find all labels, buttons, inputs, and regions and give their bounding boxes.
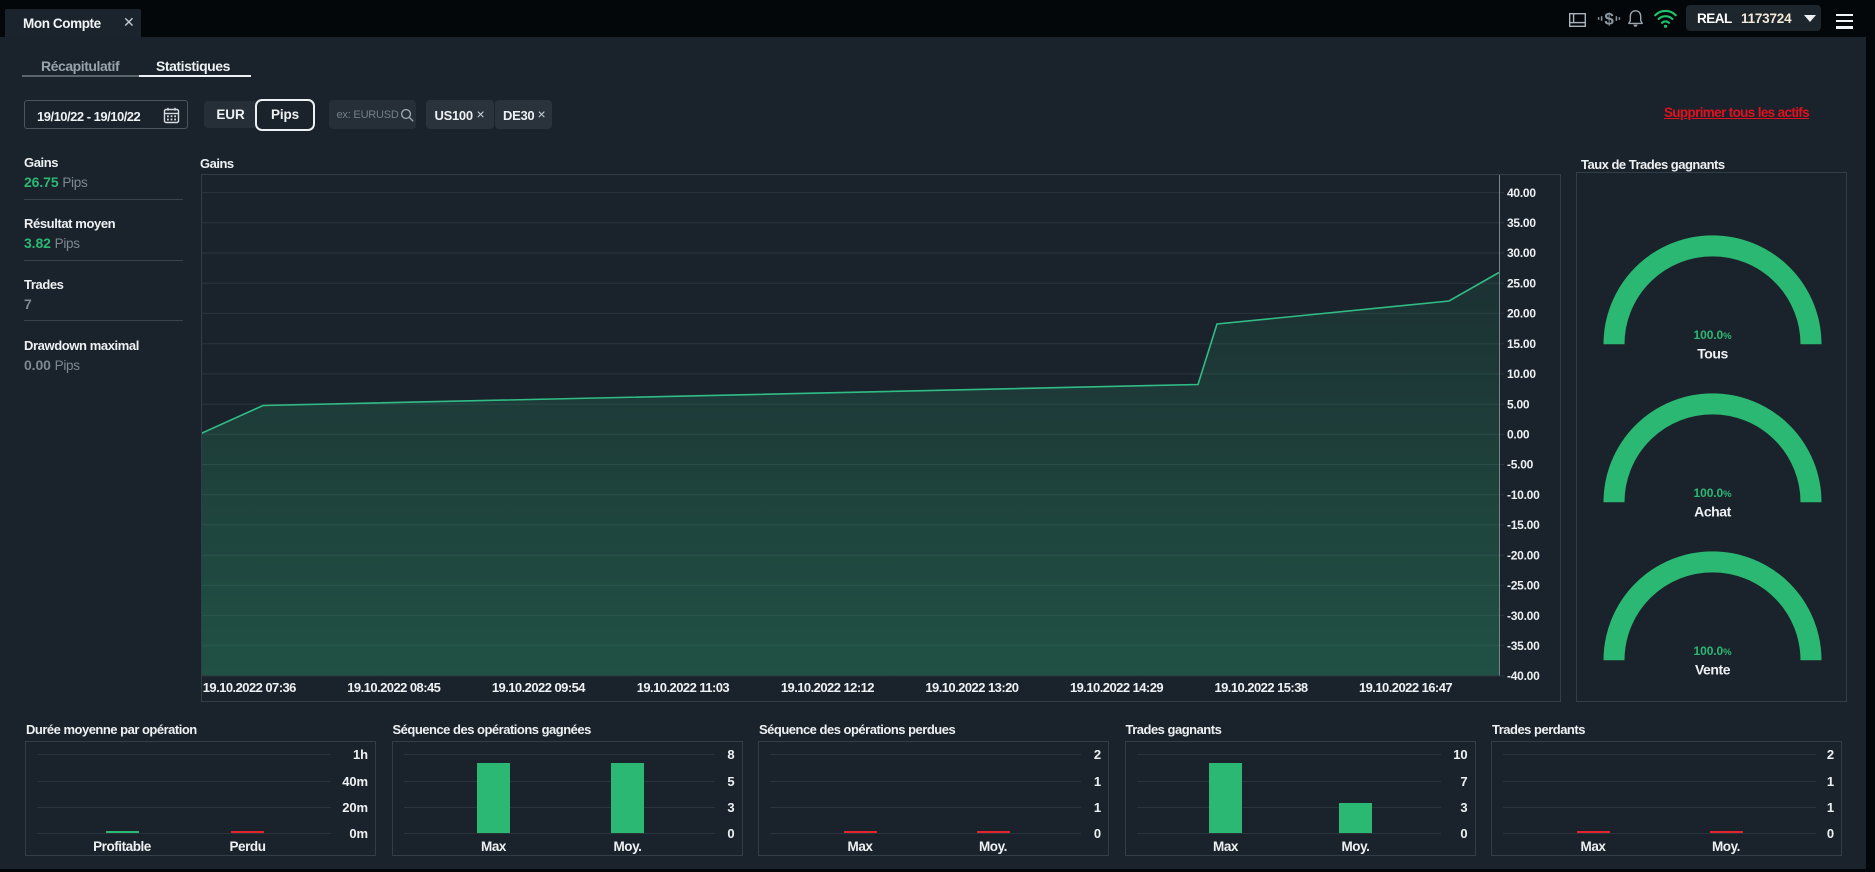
svg-text:19.10.2022 11:03: 19.10.2022 11:03 xyxy=(637,680,730,695)
svg-text:19.10.2022 15:38: 19.10.2022 15:38 xyxy=(1214,680,1307,695)
svg-text:-40.00: -40.00 xyxy=(1507,669,1540,683)
svg-text:100.0%: 100.0% xyxy=(1694,486,1733,500)
svg-text:5.00: 5.00 xyxy=(1507,397,1530,411)
svg-text:Tous: Tous xyxy=(1697,346,1728,362)
svg-text:19.10.2022 08:45: 19.10.2022 08:45 xyxy=(347,680,440,695)
svg-text:40.00: 40.00 xyxy=(1507,186,1536,200)
svg-text:-10.00: -10.00 xyxy=(1507,488,1540,502)
svg-text:-20.00: -20.00 xyxy=(1507,548,1540,562)
svg-text:-5.00: -5.00 xyxy=(1507,458,1534,472)
svg-text:35.00: 35.00 xyxy=(1507,216,1536,230)
svg-text:20.00: 20.00 xyxy=(1507,307,1536,321)
svg-text:-35.00: -35.00 xyxy=(1507,639,1540,653)
svg-text:Achat: Achat xyxy=(1694,504,1731,520)
svg-text:$: $ xyxy=(1604,10,1614,29)
svg-text:25.00: 25.00 xyxy=(1507,276,1536,290)
svg-text:30.00: 30.00 xyxy=(1507,246,1536,260)
svg-text:19.10.2022 12:12: 19.10.2022 12:12 xyxy=(781,680,874,695)
svg-text:19.10.2022 14:29: 19.10.2022 14:29 xyxy=(1070,680,1163,695)
svg-text:15.00: 15.00 xyxy=(1507,337,1536,351)
svg-text:19.10.2022 09:54: 19.10.2022 09:54 xyxy=(492,680,586,695)
svg-text:10.00: 10.00 xyxy=(1507,367,1536,381)
svg-text:100.0%: 100.0% xyxy=(1694,644,1733,658)
svg-text:19.10.2022 13:20: 19.10.2022 13:20 xyxy=(925,680,1018,695)
svg-text:Vente: Vente xyxy=(1695,662,1731,678)
svg-text:-25.00: -25.00 xyxy=(1507,579,1540,593)
svg-text:-30.00: -30.00 xyxy=(1507,609,1540,623)
svg-text:19.10.2022 16:47: 19.10.2022 16:47 xyxy=(1359,680,1452,695)
svg-text:-15.00: -15.00 xyxy=(1507,518,1540,532)
svg-text:100.0%: 100.0% xyxy=(1694,328,1733,342)
svg-text:0.00: 0.00 xyxy=(1507,428,1530,442)
svg-text:19.10.2022 07:36: 19.10.2022 07:36 xyxy=(203,680,296,695)
